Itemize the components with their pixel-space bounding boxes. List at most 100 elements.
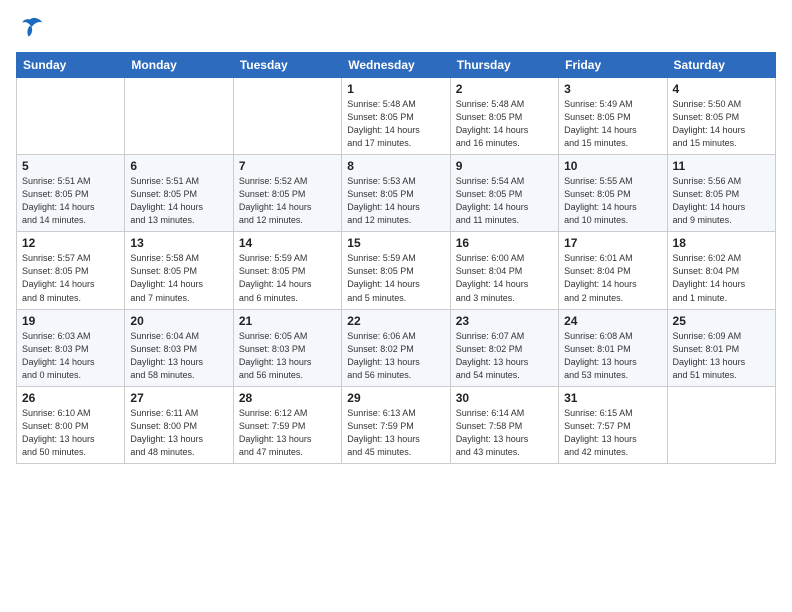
calendar-cell: 5Sunrise: 5:51 AM Sunset: 8:05 PM Daylig… xyxy=(17,155,125,232)
calendar-week-row: 19Sunrise: 6:03 AM Sunset: 8:03 PM Dayli… xyxy=(17,309,776,386)
day-info: Sunrise: 6:14 AM Sunset: 7:58 PM Dayligh… xyxy=(456,407,553,459)
day-info: Sunrise: 6:09 AM Sunset: 8:01 PM Dayligh… xyxy=(673,330,770,382)
day-number: 11 xyxy=(673,159,770,173)
calendar-cell: 14 Sunrise: 5:59 AM Sunset: 8:05 PM Dayli… xyxy=(233,232,341,309)
day-number: 16 xyxy=(456,236,553,250)
calendar-cell: 6 Sunrise: 5:51 AM Sunset: 8:05 PM Daylig… xyxy=(125,155,233,232)
calendar-cell xyxy=(17,78,125,155)
day-info: Sunrise: 5:49 AM Sunset: 8:05 PM Dayligh… xyxy=(564,98,661,150)
calendar-cell: 11 Sunrise: 5:56 AM Sunset: 8:05 PM Dayli… xyxy=(667,155,775,232)
day-number: 15 xyxy=(347,236,444,250)
day-info: Sunrise: 6:10 AM Sunset: 8:00 PM Dayligh… xyxy=(22,407,119,459)
day-of-week-header: Thursday xyxy=(450,53,558,78)
day-number: 19 xyxy=(22,314,119,328)
calendar-cell: 2 Sunrise: 5:48 AM Sunset: 8:05 PM Daylig… xyxy=(450,78,558,155)
calendar-cell xyxy=(233,78,341,155)
day-number: 27 xyxy=(130,391,227,405)
day-info: Sunrise: 6:05 AM Sunset: 8:03 PM Dayligh… xyxy=(239,330,336,382)
day-info: Sunrise: 6:07 AM Sunset: 8:02 PM Dayligh… xyxy=(456,330,553,382)
calendar-cell: 24 Sunrise: 6:08 AM Sunset: 8:01 PM Dayli… xyxy=(559,309,667,386)
calendar-cell: 19Sunrise: 6:03 AM Sunset: 8:03 PM Dayli… xyxy=(17,309,125,386)
day-number: 2 xyxy=(456,82,553,96)
calendar-cell: 15 Sunrise: 5:59 AM Sunset: 8:05 PM Dayli… xyxy=(342,232,450,309)
calendar-cell: 10 Sunrise: 5:55 AM Sunset: 8:05 PM Dayli… xyxy=(559,155,667,232)
day-number: 29 xyxy=(347,391,444,405)
day-number: 25 xyxy=(673,314,770,328)
day-info: Sunrise: 6:01 AM Sunset: 8:04 PM Dayligh… xyxy=(564,252,661,304)
day-number: 13 xyxy=(130,236,227,250)
day-of-week-header: Wednesday xyxy=(342,53,450,78)
day-number: 22 xyxy=(347,314,444,328)
calendar-week-row: 1 Sunrise: 5:48 AM Sunset: 8:05 PM Daylig… xyxy=(17,78,776,155)
day-info: Sunrise: 6:15 AM Sunset: 7:57 PM Dayligh… xyxy=(564,407,661,459)
day-info: Sunrise: 5:51 AM Sunset: 8:05 PM Dayligh… xyxy=(22,175,119,227)
day-info: Sunrise: 6:00 AM Sunset: 8:04 PM Dayligh… xyxy=(456,252,553,304)
calendar-cell: 31 Sunrise: 6:15 AM Sunset: 7:57 PM Dayli… xyxy=(559,386,667,463)
calendar-cell: 8Sunrise: 5:53 AM Sunset: 8:05 PM Daylig… xyxy=(342,155,450,232)
calendar-cell: 23 Sunrise: 6:07 AM Sunset: 8:02 PM Dayli… xyxy=(450,309,558,386)
day-info: Sunrise: 6:11 AM Sunset: 8:00 PM Dayligh… xyxy=(130,407,227,459)
day-info: Sunrise: 5:55 AM Sunset: 8:05 PM Dayligh… xyxy=(564,175,661,227)
day-info: Sunrise: 5:48 AM Sunset: 8:05 PM Dayligh… xyxy=(347,98,444,150)
calendar-cell: 21 Sunrise: 6:05 AM Sunset: 8:03 PM Dayli… xyxy=(233,309,341,386)
day-of-week-header: Friday xyxy=(559,53,667,78)
page-header xyxy=(16,16,776,40)
day-number: 14 xyxy=(239,236,336,250)
calendar-cell: 1 Sunrise: 5:48 AM Sunset: 8:05 PM Daylig… xyxy=(342,78,450,155)
calendar-cell: 13 Sunrise: 5:58 AM Sunset: 8:05 PM Dayli… xyxy=(125,232,233,309)
logo xyxy=(16,16,48,40)
day-number: 24 xyxy=(564,314,661,328)
day-number: 17 xyxy=(564,236,661,250)
day-number: 4 xyxy=(673,82,770,96)
calendar-cell: 7 Sunrise: 5:52 AM Sunset: 8:05 PM Daylig… xyxy=(233,155,341,232)
day-number: 9 xyxy=(456,159,553,173)
day-info: Sunrise: 5:57 AM Sunset: 8:05 PM Dayligh… xyxy=(22,252,119,304)
day-number: 7 xyxy=(239,159,336,173)
day-info: Sunrise: 6:12 AM Sunset: 7:59 PM Dayligh… xyxy=(239,407,336,459)
calendar-cell: 25 Sunrise: 6:09 AM Sunset: 8:01 PM Dayli… xyxy=(667,309,775,386)
day-number: 3 xyxy=(564,82,661,96)
calendar-cell xyxy=(667,386,775,463)
day-number: 8 xyxy=(347,159,444,173)
day-info: Sunrise: 5:54 AM Sunset: 8:05 PM Dayligh… xyxy=(456,175,553,227)
calendar-cell: 4 Sunrise: 5:50 AM Sunset: 8:05 PM Daylig… xyxy=(667,78,775,155)
calendar-cell: 22 Sunrise: 6:06 AM Sunset: 8:02 PM Dayli… xyxy=(342,309,450,386)
day-info: Sunrise: 6:04 AM Sunset: 8:03 PM Dayligh… xyxy=(130,330,227,382)
day-info: Sunrise: 6:06 AM Sunset: 8:02 PM Dayligh… xyxy=(347,330,444,382)
calendar-cell: 30 Sunrise: 6:14 AM Sunset: 7:58 PM Dayli… xyxy=(450,386,558,463)
calendar-cell: 12Sunrise: 5:57 AM Sunset: 8:05 PM Dayli… xyxy=(17,232,125,309)
calendar-cell: 17 Sunrise: 6:01 AM Sunset: 8:04 PM Dayli… xyxy=(559,232,667,309)
calendar-week-row: 5Sunrise: 5:51 AM Sunset: 8:05 PM Daylig… xyxy=(17,155,776,232)
day-info: Sunrise: 5:51 AM Sunset: 8:05 PM Dayligh… xyxy=(130,175,227,227)
day-number: 30 xyxy=(456,391,553,405)
calendar-cell: 29 Sunrise: 6:13 AM Sunset: 7:59 PM Dayli… xyxy=(342,386,450,463)
day-info: Sunrise: 5:50 AM Sunset: 8:05 PM Dayligh… xyxy=(673,98,770,150)
day-info: Sunrise: 5:56 AM Sunset: 8:05 PM Dayligh… xyxy=(673,175,770,227)
day-of-week-header: Sunday xyxy=(17,53,125,78)
calendar-cell: 26Sunrise: 6:10 AM Sunset: 8:00 PM Dayli… xyxy=(17,386,125,463)
day-of-week-header: Tuesday xyxy=(233,53,341,78)
day-number: 21 xyxy=(239,314,336,328)
day-info: Sunrise: 5:58 AM Sunset: 8:05 PM Dayligh… xyxy=(130,252,227,304)
calendar-cell: 20 Sunrise: 6:04 AM Sunset: 8:03 PM Dayli… xyxy=(125,309,233,386)
day-info: Sunrise: 5:52 AM Sunset: 8:05 PM Dayligh… xyxy=(239,175,336,227)
day-number: 1 xyxy=(347,82,444,96)
calendar-cell: 27 Sunrise: 6:11 AM Sunset: 8:00 PM Dayli… xyxy=(125,386,233,463)
day-info: Sunrise: 5:59 AM Sunset: 8:05 PM Dayligh… xyxy=(239,252,336,304)
day-number: 10 xyxy=(564,159,661,173)
day-number: 23 xyxy=(456,314,553,328)
day-info: Sunrise: 6:08 AM Sunset: 8:01 PM Dayligh… xyxy=(564,330,661,382)
day-number: 6 xyxy=(130,159,227,173)
calendar-cell: 9 Sunrise: 5:54 AM Sunset: 8:05 PM Daylig… xyxy=(450,155,558,232)
day-info: Sunrise: 6:13 AM Sunset: 7:59 PM Dayligh… xyxy=(347,407,444,459)
calendar-cell: 18 Sunrise: 6:02 AM Sunset: 8:04 PM Dayli… xyxy=(667,232,775,309)
calendar-cell: 28 Sunrise: 6:12 AM Sunset: 7:59 PM Dayli… xyxy=(233,386,341,463)
day-info: Sunrise: 6:02 AM Sunset: 8:04 PM Dayligh… xyxy=(673,252,770,304)
day-number: 28 xyxy=(239,391,336,405)
day-number: 31 xyxy=(564,391,661,405)
day-of-week-header: Monday xyxy=(125,53,233,78)
day-info: Sunrise: 5:48 AM Sunset: 8:05 PM Dayligh… xyxy=(456,98,553,150)
day-number: 20 xyxy=(130,314,227,328)
day-info: Sunrise: 5:59 AM Sunset: 8:05 PM Dayligh… xyxy=(347,252,444,304)
day-number: 18 xyxy=(673,236,770,250)
